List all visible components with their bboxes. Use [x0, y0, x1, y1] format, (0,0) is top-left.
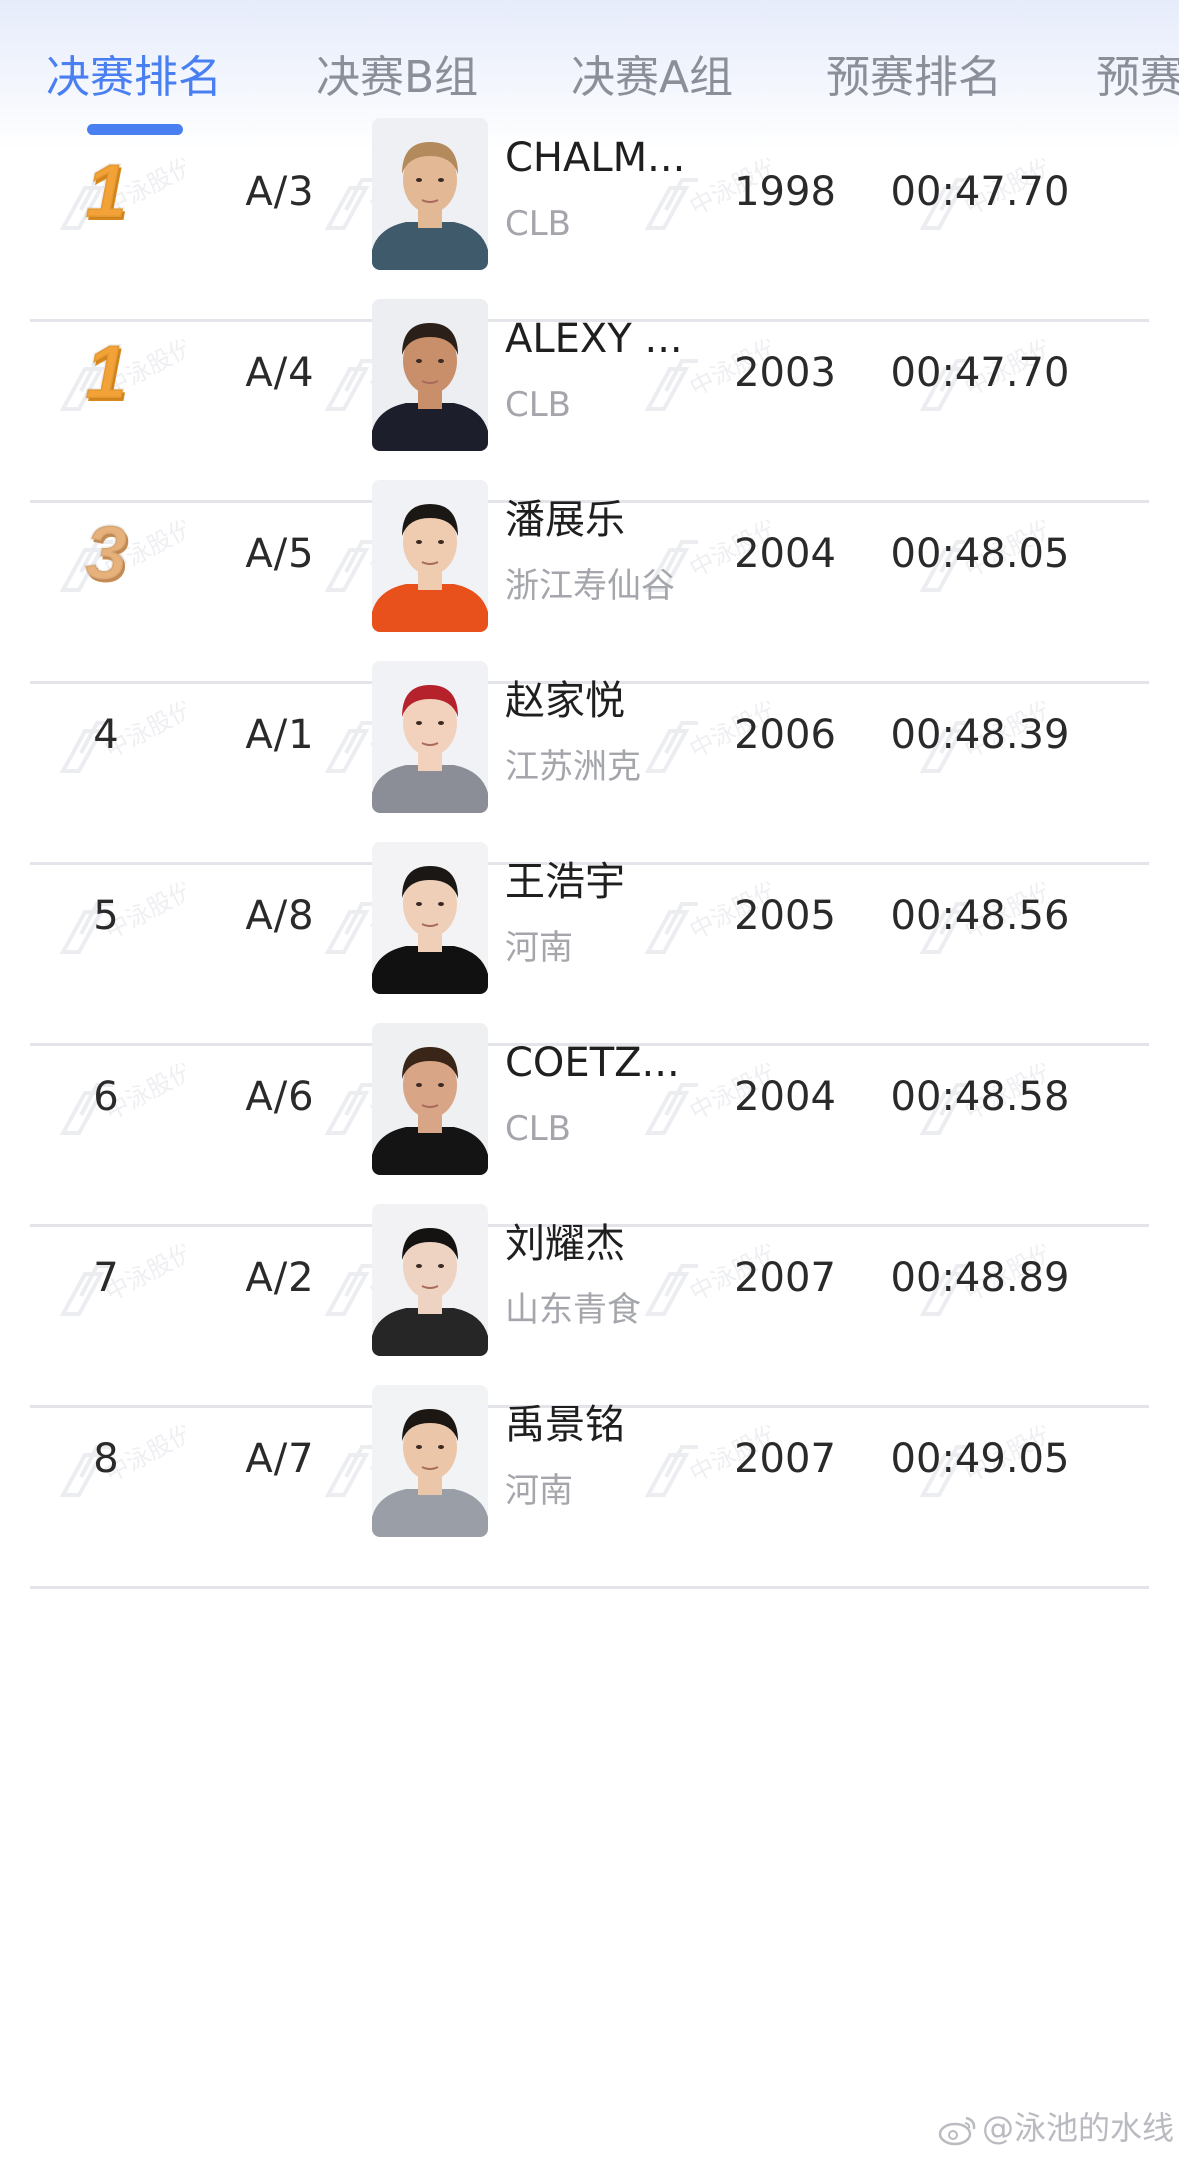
athlete-avatar [372, 1204, 488, 1356]
birth-year: 2004 [734, 531, 836, 577]
athlete-photo [372, 1023, 488, 1175]
athlete-photo [372, 1204, 488, 1356]
birth-year: 2004 [734, 1074, 836, 1120]
birth-year: 2006 [734, 712, 836, 758]
team-name: 山东青食 [505, 1290, 641, 1330]
result-time: 00:49.05 [890, 1436, 1070, 1482]
lane: A/8 [245, 893, 315, 939]
athlete-avatar [372, 1023, 488, 1175]
athlete-avatar [372, 118, 488, 270]
result-time: 00:48.39 [890, 712, 1070, 758]
lane: A/5 [245, 531, 315, 577]
rank-medal-gold: 1 [83, 330, 128, 415]
birth-year: 2003 [734, 350, 836, 396]
rank-number: 4 [93, 712, 119, 758]
lane: A/3 [245, 169, 315, 215]
birth-year: 2007 [734, 1255, 836, 1301]
result-row[interactable]: 中泳股份 中泳股份 中泳股份 中泳股份 8 A/7 [0, 1340, 1179, 1589]
rank-number: 6 [93, 1074, 119, 1120]
weibo-credit: @泳池的水线 [938, 2108, 1174, 2148]
athlete-name[interactable]: 禹景铭 [505, 1400, 695, 1450]
rank-number: 5 [93, 893, 119, 939]
lane: A/4 [245, 350, 315, 396]
athlete-name[interactable]: 潘展乐 [505, 495, 695, 545]
athlete-photo [372, 299, 488, 451]
athlete-photo [372, 480, 488, 632]
rank-number: 7 [93, 1255, 119, 1301]
result-time: 00:48.89 [890, 1255, 1070, 1301]
athlete-name[interactable]: 刘耀杰 [505, 1219, 695, 1269]
team-name: 河南 [505, 928, 573, 968]
lane: A/2 [245, 1255, 315, 1301]
athlete-photo [372, 842, 488, 994]
rank-medal-bronze: 3 [83, 511, 128, 596]
birth-year: 2007 [734, 1436, 836, 1482]
rank-medal-gold: 1 [83, 149, 128, 234]
athlete-avatar [372, 842, 488, 994]
team-name: CLB [505, 204, 572, 244]
lane: A/7 [245, 1436, 315, 1482]
athlete-name[interactable]: COETZ... [505, 1038, 695, 1088]
athlete-name[interactable]: 赵家悦 [505, 676, 695, 726]
result-time: 00:48.05 [890, 531, 1070, 577]
birth-year: 2005 [734, 893, 836, 939]
lane: A/1 [245, 712, 315, 758]
result-time: 00:48.58 [890, 1074, 1070, 1120]
team-name: CLB [505, 385, 572, 425]
athlete-photo [372, 118, 488, 270]
athlete-photo [372, 1385, 488, 1537]
team-name: 浙江寿仙谷 [505, 566, 675, 606]
weibo-handle: @泳池的水线 [982, 2109, 1175, 2147]
athlete-name[interactable]: ALEXY ... [505, 314, 695, 364]
athlete-avatar [372, 1385, 488, 1537]
weibo-icon [938, 2116, 976, 2146]
result-time: 00:48.56 [890, 893, 1070, 939]
result-time: 00:47.70 [890, 169, 1070, 215]
athlete-name[interactable]: 王浩宇 [505, 857, 695, 907]
athlete-avatar [372, 299, 488, 451]
result-time: 00:47.70 [890, 350, 1070, 396]
row-divider [30, 1586, 1149, 1589]
athlete-avatar [372, 480, 488, 632]
team-name: CLB [505, 1109, 572, 1149]
athlete-avatar [372, 661, 488, 813]
athlete-photo [372, 661, 488, 813]
birth-year: 1998 [734, 169, 836, 215]
team-name: 河南 [505, 1471, 573, 1511]
rank-number: 8 [93, 1436, 119, 1482]
athlete-name[interactable]: CHALM... [505, 133, 695, 183]
team-name: 江苏洲克 [505, 747, 641, 787]
lane: A/6 [245, 1074, 315, 1120]
